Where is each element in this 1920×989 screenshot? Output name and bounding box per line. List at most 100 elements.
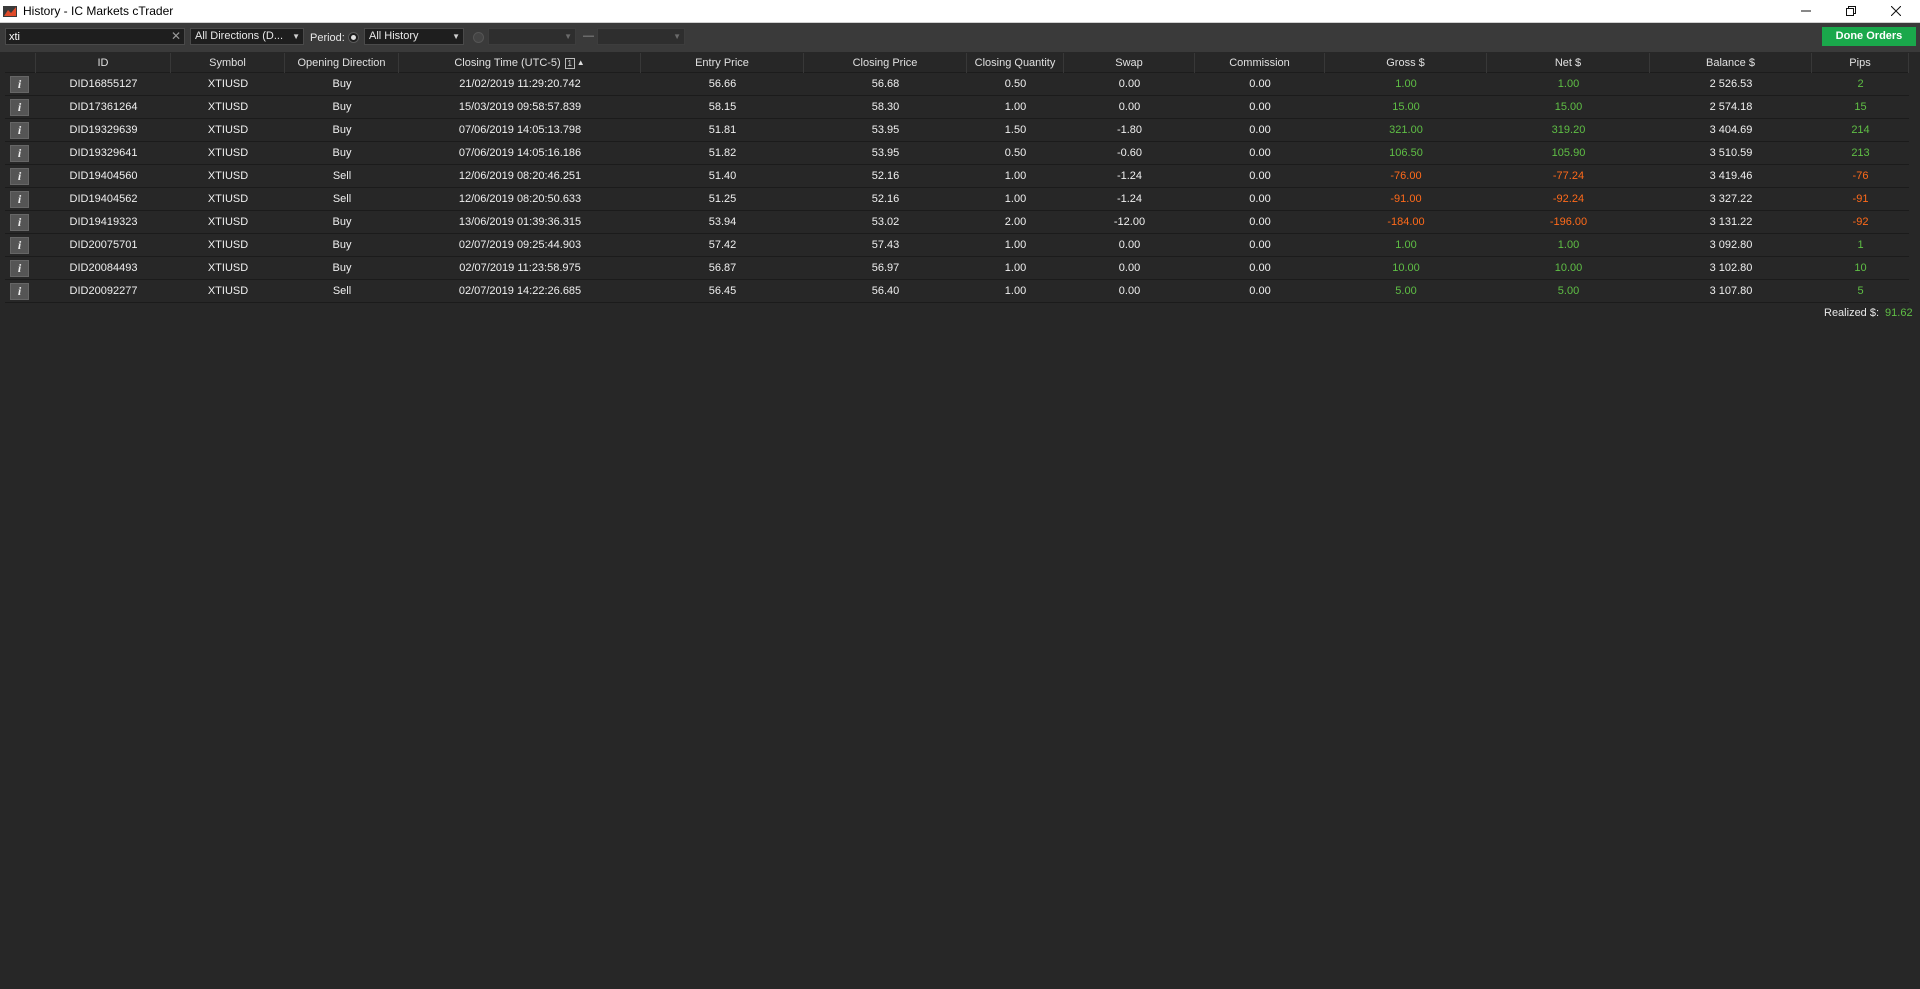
cell-swap: -1.80 — [1116, 124, 1143, 136]
column-header-info — [5, 53, 36, 73]
period-select[interactable]: All History ▼ — [364, 28, 464, 45]
cell-pips: 2 — [1857, 78, 1864, 90]
cell-closing-time: 12/06/2019 08:20:46.251 — [458, 170, 582, 182]
cell-id: DID20084493 — [69, 262, 138, 274]
info-icon[interactable]: i — [10, 214, 29, 231]
cell-swap: 0.00 — [1118, 285, 1141, 297]
column-header-net[interactable]: Net $ — [1487, 53, 1650, 73]
cell-closing-time: 07/06/2019 14:05:16.186 — [458, 147, 582, 159]
filter-toolbar: ✕ All Directions (D... ▼ Period: All His… — [0, 23, 1920, 52]
info-icon[interactable]: i — [10, 168, 29, 185]
cell-closing-price: 56.68 — [871, 78, 900, 90]
cell-closing-quantity: 1.00 — [1004, 262, 1027, 274]
cell-id: DID19329639 — [69, 124, 138, 136]
cell-net: 1.00 — [1557, 239, 1580, 251]
cell-pips: -91 — [1852, 193, 1869, 205]
info-icon[interactable]: i — [10, 260, 29, 277]
cell-gross: 321.00 — [1389, 124, 1423, 136]
column-header-closing-price[interactable]: Closing Price — [804, 53, 967, 73]
sort-ascending-icon: ▲ — [576, 58, 585, 68]
cell-entry-price: 51.25 — [708, 193, 737, 205]
cell-direction: Buy — [332, 124, 352, 136]
cell-entry-price: 51.82 — [708, 147, 737, 159]
cell-closing-quantity: 1.00 — [1004, 170, 1027, 182]
info-icon[interactable]: i — [10, 76, 29, 93]
clear-search-icon[interactable]: ✕ — [171, 29, 181, 44]
cell-balance: 3 102.80 — [1709, 262, 1753, 274]
info-icon[interactable]: i — [10, 191, 29, 208]
cell-id: DID16855127 — [69, 78, 138, 90]
cell-net: 15.00 — [1554, 101, 1583, 113]
cell-id: DID20075701 — [69, 239, 138, 251]
info-icon[interactable]: i — [10, 145, 29, 162]
cell-id: DID19419323 — [69, 216, 138, 228]
table-header: ID Symbol Opening Direction Closing Time… — [5, 53, 1909, 73]
date-to-picker[interactable]: ▼ — [597, 28, 685, 45]
cell-gross: 15.00 — [1392, 101, 1420, 113]
table-row[interactable]: i DID19419323 XTIUSD Buy 13/06/2019 01:39:36… — [5, 211, 1909, 234]
column-header-id[interactable]: ID — [36, 53, 171, 73]
cell-gross: 5.00 — [1395, 285, 1417, 297]
table-row[interactable]: i DID20075701 XTIUSD Buy 02/07/2019 09:25:44… — [5, 234, 1909, 257]
cell-swap: 0.00 — [1118, 101, 1141, 113]
period-preset-radio[interactable] — [348, 32, 359, 43]
ctrader-app-icon — [3, 4, 17, 18]
column-header-opening-direction[interactable]: Opening Direction — [285, 53, 399, 73]
cell-entry-price: 56.66 — [708, 78, 737, 90]
cell-gross: 1.00 — [1395, 239, 1417, 251]
column-header-pips[interactable]: Pips — [1812, 53, 1909, 73]
date-from-picker[interactable]: ▼ — [488, 28, 576, 45]
cell-net: -92.24 — [1552, 193, 1585, 205]
info-icon[interactable]: i — [10, 283, 29, 300]
cell-balance: 3 107.80 — [1709, 285, 1753, 297]
column-header-swap[interactable]: Swap — [1064, 53, 1195, 73]
cell-balance: 3 404.69 — [1709, 124, 1753, 136]
cell-closing-quantity: 1.50 — [1004, 124, 1027, 136]
table-row[interactable]: i DID19404562 XTIUSD Sell 12/06/2019 08:20:5… — [5, 188, 1909, 211]
cell-swap: -0.60 — [1116, 147, 1143, 159]
info-icon[interactable]: i — [10, 99, 29, 116]
table-row[interactable]: i DID19329641 XTIUSD Buy 07/06/2019 14:05:16… — [5, 142, 1909, 165]
cell-net: 1.00 — [1557, 78, 1580, 90]
cell-id: DID19404562 — [69, 193, 138, 205]
cell-gross: -91.00 — [1390, 193, 1422, 205]
history-table: ID Symbol Opening Direction Closing Time… — [5, 53, 1909, 303]
column-header-symbol[interactable]: Symbol — [171, 53, 285, 73]
period-select-value: All History — [369, 30, 419, 42]
column-header-closing-quantity[interactable]: Closing Quantity — [967, 53, 1064, 73]
cell-pips: 15 — [1854, 101, 1867, 113]
column-header-gross[interactable]: Gross $ — [1325, 53, 1487, 73]
cell-commission: 0.00 — [1249, 262, 1271, 274]
restore-icon[interactable] — [1828, 0, 1873, 22]
cell-swap: 0.00 — [1118, 262, 1141, 274]
cell-closing-quantity: 0.50 — [1004, 147, 1027, 159]
column-header-balance[interactable]: Balance $ — [1650, 53, 1812, 73]
cell-swap: -1.24 — [1116, 170, 1143, 182]
minimize-icon[interactable] — [1783, 0, 1828, 22]
cell-pips: 5 — [1857, 285, 1864, 297]
info-icon[interactable]: i — [10, 237, 29, 254]
close-icon[interactable] — [1873, 0, 1918, 22]
info-icon[interactable]: i — [10, 122, 29, 139]
cell-balance: 3 419.46 — [1709, 170, 1753, 182]
custom-range-radio[interactable] — [473, 32, 484, 43]
cell-closing-price: 53.95 — [871, 147, 900, 159]
direction-filter-select[interactable]: All Directions (D... ▼ — [190, 28, 304, 45]
cell-direction: Buy — [332, 216, 352, 228]
symbol-search-input[interactable] — [6, 29, 166, 44]
cell-balance: 2 526.53 — [1709, 78, 1753, 90]
table-row[interactable]: i DID20084493 XTIUSD Buy 02/07/2019 11:23:58… — [5, 257, 1909, 280]
table-row[interactable]: i DID20092277 XTIUSD Sell 02/07/2019 14:22:2… — [5, 280, 1909, 303]
cell-entry-price: 58.15 — [708, 101, 737, 113]
column-header-commission[interactable]: Commission — [1195, 53, 1325, 73]
cell-closing-quantity: 1.00 — [1004, 239, 1027, 251]
table-row[interactable]: i DID16855127 XTIUSD Buy 21/02/2019 11:29:20… — [5, 73, 1909, 96]
done-orders-button[interactable]: Done Orders — [1822, 27, 1916, 46]
column-header-closing-time[interactable]: Closing Time (UTC-5) 1 ▲ — [399, 53, 641, 73]
table-row[interactable]: i DID17361264 XTIUSD Buy 15/03/2019 09:58:57… — [5, 96, 1909, 119]
table-row[interactable]: i DID19329639 XTIUSD Buy 07/06/2019 14:05:13… — [5, 119, 1909, 142]
table-row[interactable]: i DID19404560 XTIUSD Sell 12/06/2019 08:20:4… — [5, 165, 1909, 188]
cell-closing-quantity: 2.00 — [1004, 216, 1027, 228]
column-header-entry-price[interactable]: Entry Price — [641, 53, 804, 73]
cell-closing-quantity: 1.00 — [1004, 285, 1027, 297]
